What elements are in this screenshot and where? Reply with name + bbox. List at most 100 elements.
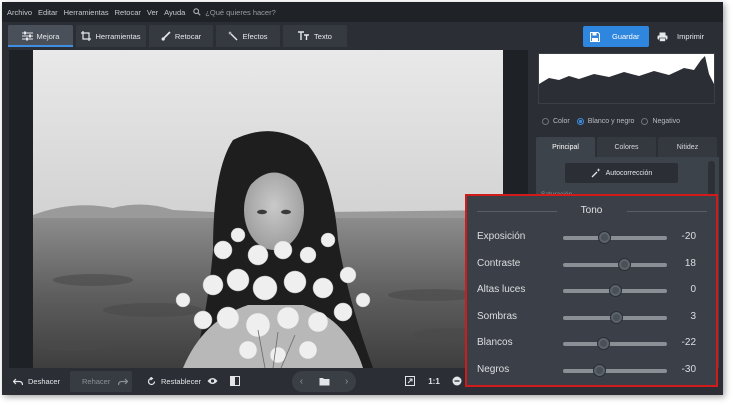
tab-label: Retocar (174, 31, 202, 41)
slider-row-highlights: Altas luces 0 (467, 282, 716, 300)
slider-label: Sombras (477, 310, 518, 322)
redo-button[interactable]: Rehacer (70, 371, 132, 392)
compare-icon (230, 376, 240, 386)
menu-herramientas[interactable]: Herramientas (64, 8, 109, 17)
chevron-right-icon[interactable]: › (345, 376, 348, 387)
preview-eye-button[interactable] (203, 372, 221, 390)
redo-icon (118, 378, 129, 385)
save-button[interactable]: Guardar (583, 26, 649, 47)
brush-icon (161, 31, 171, 41)
divider-line (627, 211, 707, 212)
tab-herramientas[interactable]: Herramientas (76, 25, 146, 47)
search-placeholder: ¿Qué quieres hacer? (205, 7, 276, 17)
slider-value: -22 (681, 337, 696, 348)
auto-correct-label: Autocorrección (605, 169, 653, 177)
tab-efectos[interactable]: Efectos (216, 25, 280, 47)
reset-icon (147, 377, 156, 386)
mode-option-bw[interactable]: Blanco y negro (576, 117, 635, 125)
tab-mejora[interactable]: Mejora (8, 25, 73, 47)
ratio-label: 1:1 (428, 376, 440, 386)
panel-subtabs: Principal Colores Nitidez (536, 137, 719, 157)
slider-track[interactable] (563, 337, 667, 350)
magic-wand-icon (591, 168, 601, 178)
slider-label: Exposición (477, 231, 526, 242)
slider-thumb[interactable] (617, 257, 631, 271)
undo-button[interactable]: Deshacer (13, 371, 60, 392)
tab-texto[interactable]: Texto (283, 25, 347, 47)
printer-icon (657, 32, 668, 42)
menu-ayuda[interactable]: Ayuda (164, 8, 185, 17)
print-button[interactable]: Imprimir (654, 26, 720, 47)
minus-circle-icon (452, 376, 462, 386)
auto-correct-button[interactable]: Autocorrección (565, 163, 678, 183)
mode-label: Negativo (652, 117, 681, 125)
slider-label: Negros (477, 363, 510, 375)
slider-thumb[interactable] (592, 363, 606, 377)
crop-icon (81, 31, 92, 41)
radio-selected-icon (576, 117, 584, 125)
reset-label: Restablecer (161, 377, 202, 386)
slider-row-blacks: Negros -30 (467, 362, 716, 380)
slider-thumb[interactable] (610, 310, 624, 324)
floppy-icon (590, 31, 600, 42)
radio-icon (641, 117, 649, 125)
canvas-area (9, 50, 528, 368)
menubar: Archivo Editar Herramientas Retocar Ver … (2, 2, 723, 22)
slider-track[interactable] (563, 363, 667, 377)
photo-image (33, 50, 503, 368)
mode-label: Color (553, 117, 570, 125)
undo-label: Deshacer (28, 377, 61, 386)
search-field[interactable]: ¿Qué quieres hacer? (193, 7, 276, 17)
mode-option-color[interactable]: Color (542, 117, 570, 125)
slider-label: Contraste (477, 257, 521, 269)
save-label: Guardar (612, 32, 640, 41)
slider-thumb[interactable] (608, 284, 622, 297)
panel-scrollbar[interactable] (708, 161, 715, 196)
color-mode-selector: Color Blanco y negro Negativo (533, 113, 723, 129)
zoom-out-button[interactable] (448, 372, 466, 390)
tab-label: Mejora (36, 31, 60, 41)
slider-value: 3 (690, 310, 696, 322)
slider-track[interactable] (563, 257, 667, 271)
slider-track[interactable] (563, 310, 667, 324)
mode-option-negative[interactable]: Negativo (641, 117, 681, 125)
text-icon (298, 31, 310, 40)
photo-preview[interactable] (33, 50, 503, 368)
slider-thumb[interactable] (598, 231, 612, 244)
histogram-graph (539, 56, 714, 103)
mode-label: Blanco y negro (587, 117, 635, 125)
sliders-icon (21, 31, 33, 41)
slider-track[interactable] (563, 231, 667, 244)
folder-icon[interactable] (319, 377, 330, 386)
slider-row-exposure: Exposición -20 (467, 229, 716, 247)
main-toolbar: Mejora Herramientas Retocar Efectos Text… (2, 22, 723, 49)
menu-archivo[interactable]: Archivo (7, 8, 32, 17)
eye-icon (207, 378, 217, 384)
menu-editar[interactable]: Editar (38, 8, 58, 17)
tone-panel: Tono Exposición -20 Contraste 18 Altas luces… (465, 194, 718, 387)
slider-label: Altas luces (477, 284, 526, 295)
fit-screen-icon (405, 376, 415, 386)
subtab-nitidez[interactable]: Nitidez (658, 137, 717, 157)
slider-thumb[interactable] (597, 337, 611, 350)
slider-track[interactable] (563, 284, 667, 297)
search-icon (193, 8, 201, 16)
compare-button[interactable] (226, 372, 244, 390)
menu-ver[interactable]: Ver (147, 8, 158, 17)
menu-retocar[interactable]: Retocar (115, 8, 141, 17)
zoom-actual-size-button[interactable]: 1:1 (425, 372, 443, 390)
undo-icon (13, 378, 23, 385)
subtab-principal[interactable]: Principal (536, 137, 595, 157)
tab-label: Efectos (242, 31, 268, 41)
slider-row-shadows: Sombras 3 (467, 309, 716, 327)
slider-value: 0 (690, 284, 696, 295)
fit-screen-button[interactable] (401, 372, 419, 390)
chevron-left-icon[interactable]: ‹ (300, 376, 303, 387)
radio-icon (542, 117, 549, 125)
print-label: Imprimir (677, 32, 705, 41)
reset-button[interactable]: Restablecer (147, 371, 201, 392)
tab-retocar[interactable]: Retocar (149, 25, 213, 47)
image-navigation: ‹ › (292, 371, 356, 392)
subtab-colores[interactable]: Colores (597, 137, 656, 157)
tab-label: Texto (314, 31, 332, 41)
